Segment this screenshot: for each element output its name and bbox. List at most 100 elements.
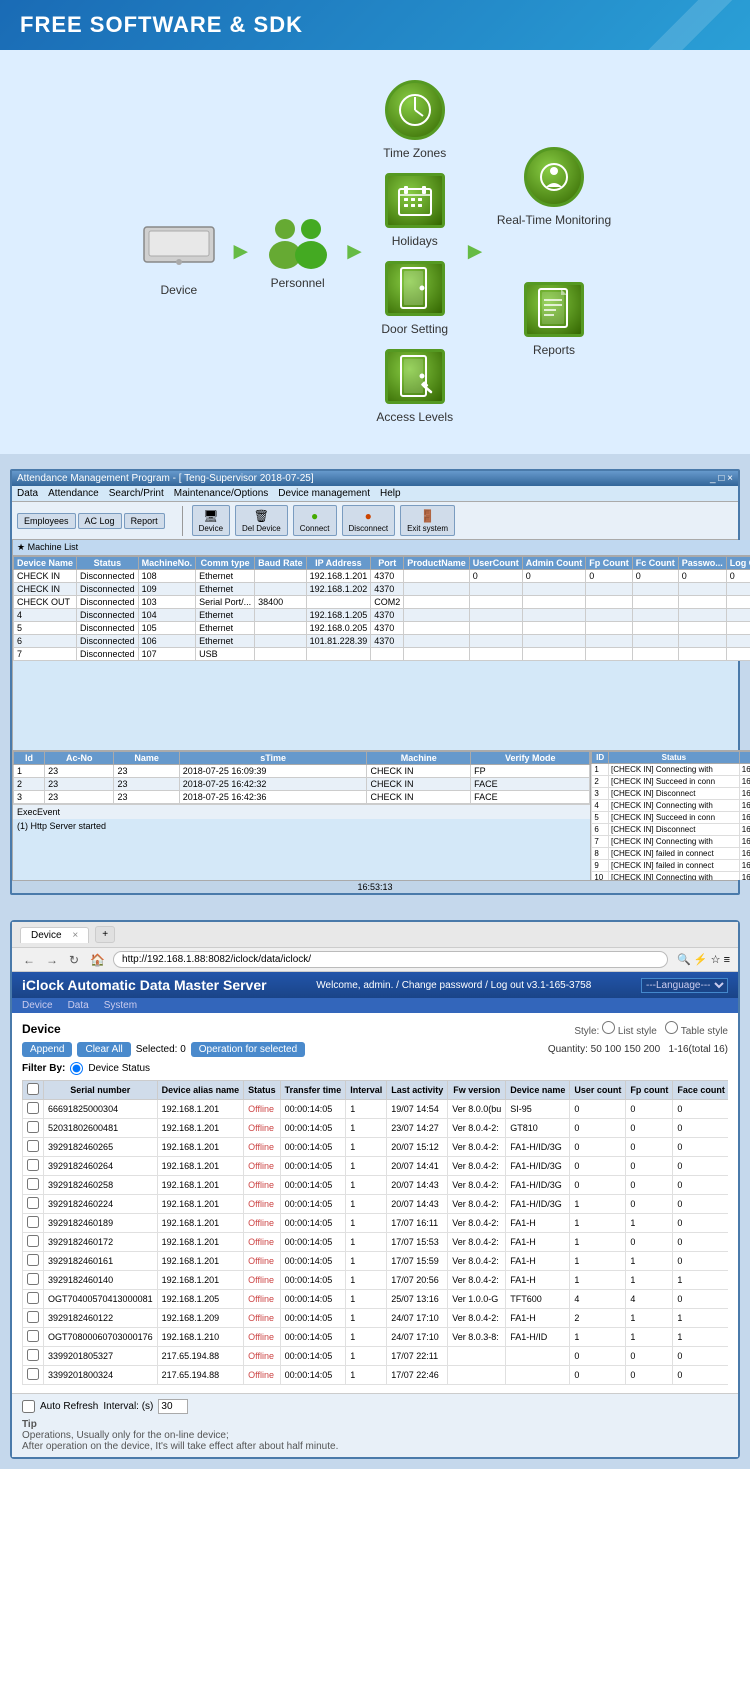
row-checkbox[interactable] <box>27 1330 39 1342</box>
table-style-radio[interactable] <box>665 1021 678 1034</box>
language-select[interactable]: ---Language--- <box>641 978 728 993</box>
th-usercount[interactable]: User count <box>570 1081 626 1100</box>
tab-report[interactable]: Report <box>124 513 165 529</box>
row-checkbox[interactable] <box>27 1273 39 1285</box>
btn-connect[interactable]: ● Connect <box>293 505 337 536</box>
btn-del-device[interactable]: 🗑 Del Device <box>235 505 288 536</box>
menu-search[interactable]: Search/Print <box>109 488 164 499</box>
browser-home[interactable]: 🏠 <box>87 952 108 968</box>
amp-machine-list[interactable]: Device Name Status MachineNo. Comm type … <box>13 556 750 750</box>
table-row[interactable]: 3929182460140192.168.1.201Offline00:00:1… <box>23 1271 729 1290</box>
table-row[interactable]: 5Disconnected105Ethernet192.168.0.205437… <box>14 622 750 635</box>
table-row[interactable]: 3929182460172192.168.1.201Offline00:00:1… <box>23 1233 729 1252</box>
nav-data[interactable]: Data <box>68 1000 89 1011</box>
list-item[interactable]: 7[CHECK IN] Connecting with16:41:55 07-2… <box>592 836 750 848</box>
btn-disconnect[interactable]: ● Disconnect <box>342 505 396 536</box>
browser-url-bar[interactable] <box>113 951 668 968</box>
th-serial[interactable]: Serial number <box>44 1081 158 1100</box>
table-row[interactable]: CHECK INDisconnected108Ethernet192.168.1… <box>14 570 750 583</box>
th-fpcount[interactable]: Fp count <box>626 1081 673 1100</box>
row-checkbox[interactable] <box>27 1235 39 1247</box>
menu-data[interactable]: Data <box>17 488 38 499</box>
table-row[interactable]: 3929182460224192.168.1.201Offline00:00:1… <box>23 1195 729 1214</box>
tab-employees[interactable]: Employees <box>17 513 76 529</box>
table-row[interactable]: 3929182460265192.168.1.201Offline00:00:1… <box>23 1138 729 1157</box>
th-facecount[interactable]: Face count <box>673 1081 728 1100</box>
btn-operation[interactable]: Operation for selected <box>191 1042 305 1057</box>
table-row[interactable]: CHECK OUTDisconnected103Serial Port/...3… <box>14 596 750 609</box>
table-row[interactable]: 3399201800324217.65.194.88Offline00:00:1… <box>23 1366 729 1385</box>
row-checkbox[interactable] <box>27 1178 39 1190</box>
table-row[interactable]: OGT70800060703000176192.168.1.210Offline… <box>23 1328 729 1347</box>
table-row[interactable]: 3929182460264192.168.1.201Offline00:00:1… <box>23 1157 729 1176</box>
row-checkbox[interactable] <box>27 1368 39 1380</box>
table-row[interactable]: 123232018-07-25 16:09:39CHECK INFP <box>14 765 590 778</box>
list-item[interactable]: 1[CHECK IN] Connecting with16:08:40 07-2… <box>592 764 750 776</box>
table-row[interactable]: OGT70400570413000081192.168.1.205Offline… <box>23 1290 729 1309</box>
list-item[interactable]: 2[CHECK IN] Succeed in conn16:08:41 07-2… <box>592 776 750 788</box>
row-checkbox[interactable] <box>27 1254 39 1266</box>
table-row[interactable]: 52031802600481192.168.1.201Offline00:00:… <box>23 1119 729 1138</box>
th-transfer[interactable]: Transfer time <box>280 1081 346 1100</box>
table-row[interactable]: CHECK INDisconnected109Ethernet192.168.1… <box>14 583 750 596</box>
auto-refresh-checkbox[interactable] <box>22 1400 35 1413</box>
row-checkbox[interactable] <box>27 1311 39 1323</box>
browser-refresh[interactable]: ↻ <box>66 952 82 968</box>
table-row[interactable]: 6Disconnected106Ethernet101.81.228.39437… <box>14 635 750 648</box>
list-item[interactable]: 10[CHECK IN] Connecting with16:44:10 07-… <box>592 872 750 881</box>
nav-system[interactable]: System <box>104 1000 137 1011</box>
th-status[interactable]: Status <box>244 1081 281 1100</box>
row-checkbox[interactable] <box>27 1349 39 1361</box>
list-item[interactable]: 9[CHECK IN] failed in connect16:44:10 07… <box>592 860 750 872</box>
list-item[interactable]: 5[CHECK IN] Succeed in conn16:35:51 07-2… <box>592 812 750 824</box>
th-alias[interactable]: Device alias name <box>157 1081 244 1100</box>
nav-device[interactable]: Device <box>22 1000 53 1011</box>
menu-help[interactable]: Help <box>380 488 401 499</box>
row-checkbox[interactable] <box>27 1102 39 1114</box>
amp-menu[interactable]: Data Attendance Search/Print Maintenance… <box>12 486 738 502</box>
list-item[interactable]: 3[CHECK IN] Disconnect16:09:24 07-25 <box>592 788 750 800</box>
interval-input[interactable] <box>158 1399 188 1414</box>
table-row[interactable]: 3929182460122192.168.1.209Offline00:00:1… <box>23 1309 729 1328</box>
select-all[interactable] <box>27 1083 39 1095</box>
th-devname[interactable]: Device name <box>506 1081 570 1100</box>
realtime-item: Real-Time Monitoring <box>497 147 611 227</box>
browser-tab-add[interactable]: + <box>95 926 115 943</box>
btn-clear[interactable]: Clear All <box>77 1042 130 1057</box>
table-row[interactable]: 3929182460258192.168.1.201Offline00:00:1… <box>23 1176 729 1195</box>
row-checkbox[interactable] <box>27 1292 39 1304</box>
table-row[interactable]: 66691825000304192.168.1.201Offline00:00:… <box>23 1100 729 1119</box>
th-interval[interactable]: Interval <box>346 1081 387 1100</box>
list-item[interactable]: 8[CHECK IN] failed in connect16:42:03 07… <box>592 848 750 860</box>
row-checkbox[interactable] <box>27 1121 39 1133</box>
table-row[interactable]: 4Disconnected104Ethernet192.168.1.205437… <box>14 609 750 622</box>
filter-radio[interactable] <box>70 1062 83 1075</box>
row-checkbox[interactable] <box>27 1216 39 1228</box>
table-row[interactable]: 7Disconnected107USB3204 <box>14 648 750 661</box>
list-style-radio[interactable] <box>602 1021 615 1034</box>
btn-device[interactable]: 🖥 Device <box>192 505 230 536</box>
browser-back[interactable]: ← <box>20 952 38 968</box>
row-checkbox[interactable] <box>27 1159 39 1171</box>
th-activity[interactable]: Last activity <box>387 1081 448 1100</box>
menu-device-mgmt[interactable]: Device management <box>278 488 370 499</box>
tab-aclog[interactable]: AC Log <box>78 513 122 529</box>
btn-append[interactable]: Append <box>22 1042 72 1057</box>
browser-tab-device[interactable]: Device × <box>20 927 89 943</box>
list-item[interactable]: 6[CHECK IN] Disconnect16:39:03 07-25 <box>592 824 750 836</box>
iclock-table: Serial number Device alias name Status T… <box>22 1080 728 1385</box>
table-row[interactable]: 3929182460189192.168.1.201Offline00:00:1… <box>23 1214 729 1233</box>
browser-forward[interactable]: → <box>43 952 61 968</box>
table-row[interactable]: 3929182460161192.168.1.201Offline00:00:1… <box>23 1252 729 1271</box>
list-item[interactable]: 4[CHECK IN] Connecting with16:35:44 07-2… <box>592 800 750 812</box>
tab-close-icon[interactable]: × <box>72 930 78 941</box>
menu-maintenance[interactable]: Maintenance/Options <box>174 488 269 499</box>
th-fw[interactable]: Fw version <box>448 1081 506 1100</box>
table-row[interactable]: 323232018-07-25 16:42:36CHECK INFACE <box>14 791 590 804</box>
row-checkbox[interactable] <box>27 1140 39 1152</box>
table-row[interactable]: 223232018-07-25 16:42:32CHECK INFACE <box>14 778 590 791</box>
btn-exit[interactable]: 🚪 Exit system <box>400 505 455 536</box>
row-checkbox[interactable] <box>27 1197 39 1209</box>
table-row[interactable]: 3399201805327217.65.194.88Offline00:00:1… <box>23 1347 729 1366</box>
menu-attendance[interactable]: Attendance <box>48 488 99 499</box>
